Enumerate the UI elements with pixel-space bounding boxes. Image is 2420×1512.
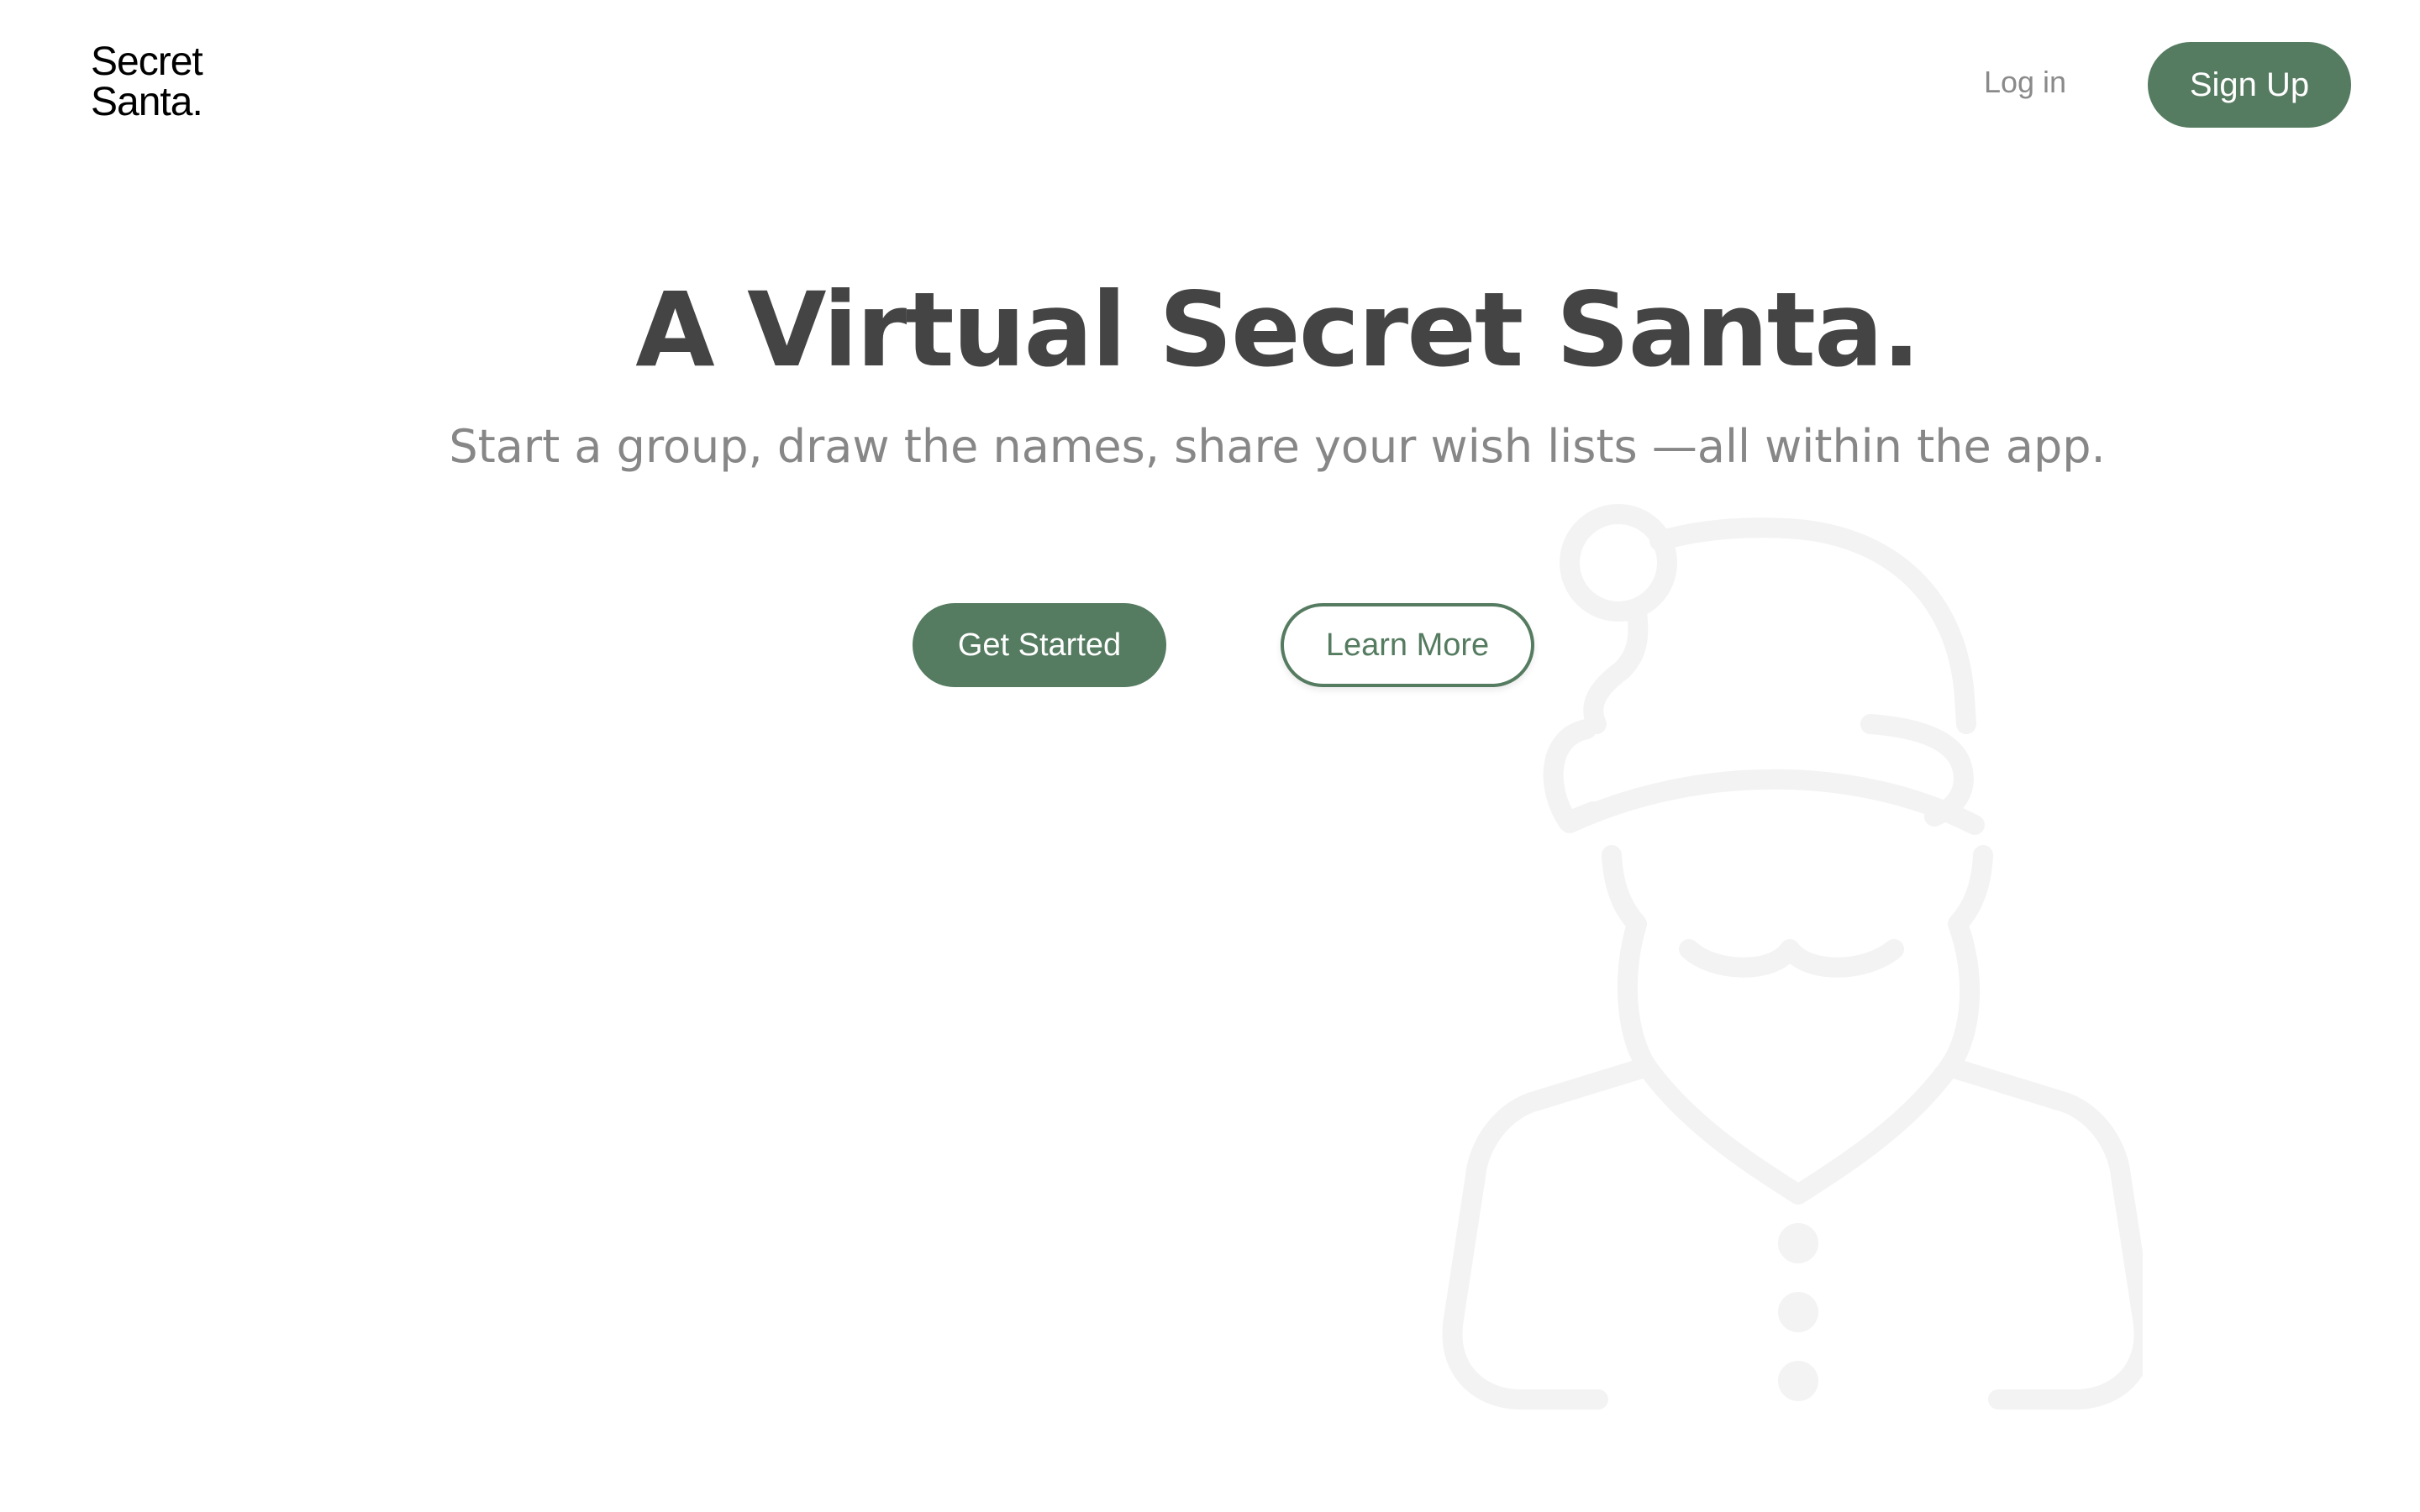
login-link[interactable]: Log in — [1958, 60, 2092, 104]
signup-button[interactable]: Sign Up — [2148, 42, 2351, 128]
get-started-button[interactable]: Get Started — [913, 603, 1166, 687]
logo-line-1: Secret — [91, 39, 203, 84]
logo-line-2: Santa. — [91, 80, 203, 124]
hero-title: A Virtual Secret Santa. — [635, 270, 1921, 390]
logo[interactable]: Secret Santa. — [91, 42, 203, 123]
hero-subtitle: Start a group, draw the names, share you… — [449, 420, 2106, 473]
learn-more-button[interactable]: Learn More — [1281, 603, 1534, 687]
